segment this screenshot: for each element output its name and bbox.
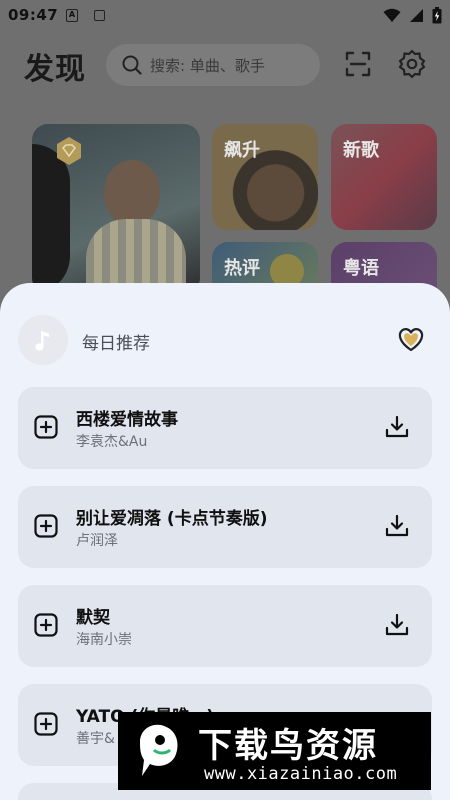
song-title: 默契 [76,608,110,628]
song-artist: 海南小崇 [76,632,132,648]
download-icon[interactable] [384,414,410,440]
playlist-cover-avatar [18,315,68,365]
notification-a-icon: A [66,9,78,22]
song-artist: 李袁杰&Au [76,434,148,450]
favorite-heart-icon[interactable] [396,325,426,353]
new-songs-card[interactable]: 新歌 [331,124,437,230]
sheet-title: 每日推荐 [82,334,150,354]
card-label: 粤语 [343,258,379,279]
soaring-chart-card[interactable]: 飙升 [212,124,318,230]
song-title: 西楼爱情故事 [76,410,178,430]
scan-icon[interactable] [342,48,374,80]
featured-playlist-card[interactable] [32,124,200,294]
song-artist: 善宇& [76,731,115,747]
page-logo: 发现 [24,52,86,87]
battery-icon [432,7,442,24]
watermark-banner: 下载鸟资源 www.xiazainiao.com [118,712,431,790]
add-to-playlist-icon[interactable] [34,712,58,736]
signal-icon [410,9,423,22]
song-row[interactable]: 默契 海南小崇 [18,585,432,667]
watermark-brand: 下载鸟资源 [198,726,378,766]
music-note-icon [35,331,49,351]
card-label: 飙升 [224,140,260,161]
search-bar[interactable]: 搜索: 单曲、歌手 [106,44,320,86]
search-icon [122,55,142,75]
add-to-playlist-icon[interactable] [34,613,58,637]
song-row[interactable]: 西楼爱情故事 李袁杰&Au [18,387,432,469]
add-to-playlist-icon[interactable] [34,415,58,439]
settings-gear-icon[interactable] [396,48,428,80]
diamond-badge-icon [57,137,81,165]
download-icon[interactable] [384,513,410,539]
notification-square-icon [94,10,105,21]
bird-logo-icon [140,724,178,776]
card-label: 新歌 [343,140,379,161]
add-to-playlist-icon[interactable] [34,514,58,538]
status-bar: 09:47 A [0,0,450,32]
card-label: 热评 [224,258,260,279]
sheet-header: 每日推荐 [18,313,432,365]
watermark-url: www.xiazainiao.com [204,764,398,784]
wifi-icon [383,8,401,22]
search-placeholder: 搜索: 单曲、歌手 [150,56,265,75]
song-row[interactable]: 别让爱凋落 (卡点节奏版) 卢润泽 [18,486,432,568]
song-artist: 卢润泽 [76,533,118,549]
song-title: 别让爱凋落 (卡点节奏版) [76,509,268,529]
download-icon[interactable] [384,612,410,638]
status-time: 09:47 [8,6,59,24]
